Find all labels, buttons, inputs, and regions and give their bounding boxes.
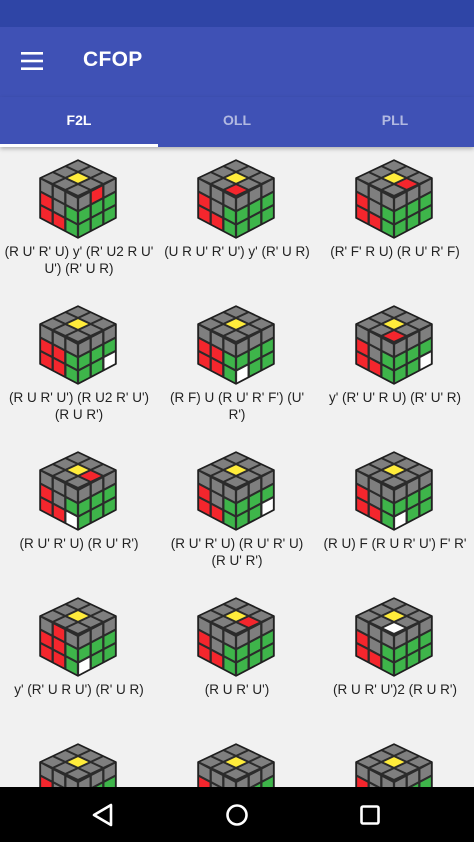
f2l-case-card[interactable]: (R U R' U') (R U2 R' U') (R U R')	[0, 293, 158, 439]
tab-f2l[interactable]: F2L	[0, 97, 158, 147]
algorithm-label: (R U R' U')2 (R U R')	[333, 682, 457, 697]
cube-diagram	[355, 305, 433, 385]
tab-pll[interactable]: PLL	[316, 97, 474, 147]
f2l-case-card[interactable]: (R U' R' U) (R U' R' U) (R U' R')	[158, 439, 316, 585]
algorithm-label: (R U' R' U) (R U' R' U) (R U' R')	[170, 536, 304, 568]
cube-diagram	[39, 597, 117, 677]
cube-diagram	[197, 597, 275, 677]
home-button[interactable]	[217, 797, 257, 833]
f2l-case-card[interactable]: (R U R' U')	[158, 585, 316, 731]
f2l-case-card[interactable]: (R F) U (R U' R' F') (U' R')	[158, 293, 316, 439]
algorithm-label: (R U) F (R U R' U') F' R'	[323, 536, 467, 551]
cube-diagram	[355, 597, 433, 677]
cube-diagram	[355, 743, 433, 787]
back-triangle-icon	[92, 803, 113, 827]
menu-button[interactable]	[12, 41, 52, 81]
algorithm-label: (R U' R' U) (R U' R')	[19, 536, 139, 551]
tab-oll[interactable]: OLL	[158, 97, 316, 147]
cube-diagram	[39, 305, 117, 385]
f2l-case-card[interactable]: y' (R' U' R U) (R' U' R)	[316, 293, 474, 439]
cube-diagram	[197, 305, 275, 385]
algorithm-label: (R' F' R U) (R U' R' F)	[330, 244, 460, 259]
case-grid: (R U' R' U) y' (R' U2 R U' U') (R' U R) (…	[0, 147, 474, 787]
f2l-case-card[interactable]: (R U' R' U) y' (R' U2 R U' U') (R' U R)	[0, 147, 158, 293]
cube-diagram	[197, 159, 275, 239]
f2l-case-card[interactable]	[0, 731, 158, 787]
cube-diagram	[39, 159, 117, 239]
back-button[interactable]	[83, 797, 123, 833]
cube-diagram	[39, 743, 117, 787]
cube-diagram	[197, 743, 275, 787]
tab-bar: F2L OLL PLL	[0, 97, 474, 147]
algorithm-label: (U R U' R' U') y' (R' U R)	[164, 244, 310, 259]
recents-square-icon	[360, 805, 380, 825]
f2l-case-card[interactable]	[316, 731, 474, 787]
recents-button[interactable]	[350, 797, 390, 833]
hamburger-menu-icon	[21, 52, 43, 70]
f2l-case-card[interactable]: y' (R' U R U') (R' U R)	[0, 585, 158, 731]
navigation-bar	[0, 787, 474, 842]
f2l-case-card[interactable]: (U R U' R' U') y' (R' U R)	[158, 147, 316, 293]
algorithm-label: (R U' R' U) y' (R' U2 R U' U') (R' U R)	[4, 244, 154, 276]
algorithm-label: y' (R' U R U') (R' U R)	[14, 682, 144, 697]
f2l-case-card[interactable]	[158, 731, 316, 787]
algorithm-label: (R U R' U') (R U2 R' U') (R U R')	[8, 390, 150, 422]
cube-diagram	[355, 159, 433, 239]
f2l-case-card[interactable]: (R' F' R U) (R U' R' F)	[316, 147, 474, 293]
app-bar: CFOP	[0, 27, 474, 97]
algorithm-label: y' (R' U' R U) (R' U' R)	[328, 390, 462, 405]
home-circle-icon	[226, 804, 248, 826]
status-bar	[0, 0, 474, 27]
f2l-case-card[interactable]: (R U' R' U) (R U' R')	[0, 439, 158, 585]
cube-diagram	[355, 451, 433, 531]
algorithm-label: (R F) U (R U' R' F') (U' R')	[169, 390, 305, 422]
f2l-case-card[interactable]: (R U) F (R U R' U') F' R'	[316, 439, 474, 585]
algorithm-label: (R U R' U')	[204, 682, 270, 697]
app-title: CFOP	[83, 48, 143, 71]
cube-diagram	[197, 451, 275, 531]
f2l-case-card[interactable]: (R U R' U')2 (R U R')	[316, 585, 474, 731]
cube-diagram	[39, 451, 117, 531]
